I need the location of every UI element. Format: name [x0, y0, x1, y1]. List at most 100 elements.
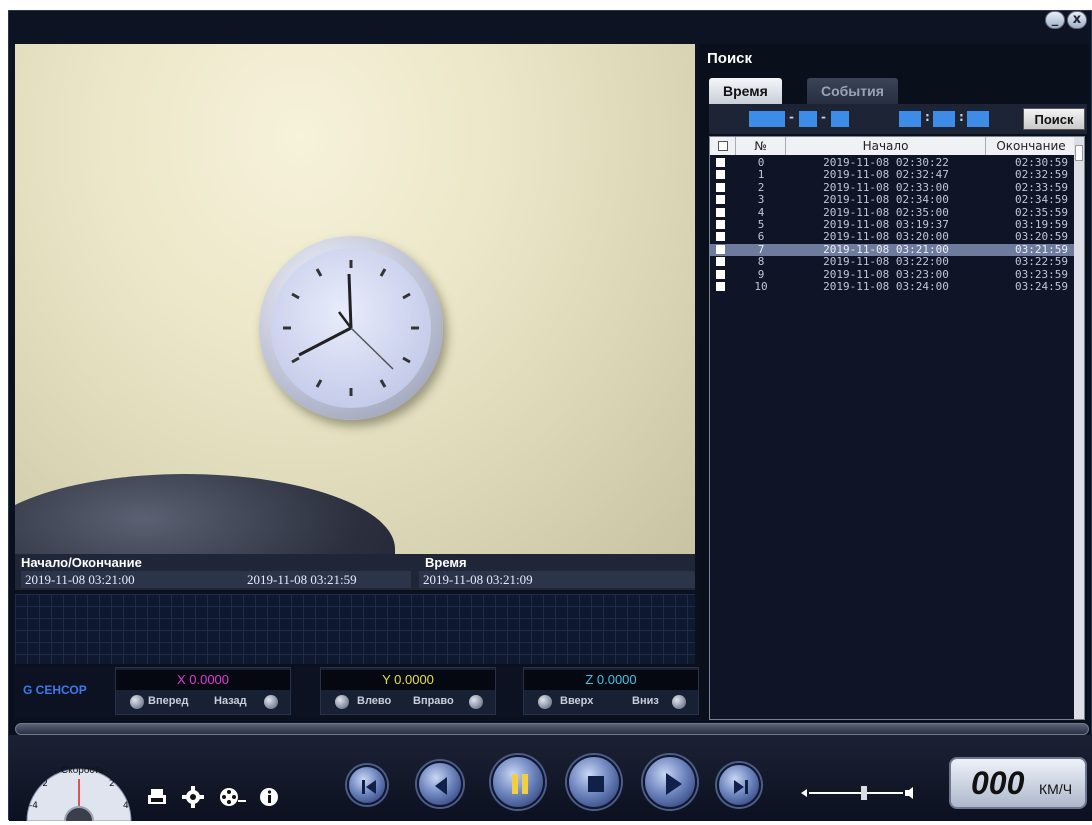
row-checkbox-cell[interactable] [710, 256, 736, 268]
minimize-button[interactable]: _ [1045, 11, 1065, 29]
table-header: № Начало Окончание [710, 137, 1076, 155]
speed-unit: КМ/Ч [1039, 781, 1073, 797]
row-checkbox-cell[interactable] [710, 194, 736, 206]
table-row[interactable]: 3 2019-11-08 02:34:00 02:34:59 [710, 194, 1076, 206]
table-row[interactable]: 5 2019-11-08 03:19:37 03:19:59 [710, 219, 1076, 231]
row-number: 1 [757, 169, 765, 182]
row-checkbox-cell[interactable] [710, 169, 736, 181]
row-number: 0 [757, 157, 765, 169]
tab-time[interactable]: Время [709, 78, 782, 104]
table-row[interactable]: 0 2019-11-08 02:30:22 02:30:59 [710, 157, 1076, 169]
row-checkbox[interactable] [716, 269, 725, 279]
table-row[interactable]: 7 2019-11-08 03:21:00 03:21:59 [710, 243, 1076, 256]
table-row[interactable]: 9 2019-11-08 03:23:00 03:23:59 [710, 269, 1076, 281]
video-view[interactable] [15, 44, 695, 564]
seek-bar[interactable] [15, 723, 1089, 735]
search-button[interactable]: Поиск [1023, 108, 1085, 130]
tick-2: 2 [109, 779, 115, 789]
row-start: 2019-11-08 02:30:22 [823, 157, 949, 169]
row-number: 7 [757, 243, 765, 256]
row-checkbox-cell[interactable] [710, 219, 736, 231]
row-end: 03:20:59 [1015, 231, 1068, 244]
tick-4: 4 [123, 801, 129, 811]
row-checkbox[interactable] [716, 244, 725, 254]
pause-button[interactable] [491, 755, 545, 809]
row-start: 2019-11-08 03:21:00 [823, 243, 949, 256]
row-checkbox-cell[interactable] [710, 207, 736, 219]
gear-icon[interactable] [181, 785, 205, 809]
volume-control[interactable] [799, 783, 921, 803]
row-checkbox[interactable] [716, 195, 725, 205]
col-end[interactable]: Окончание [986, 137, 1076, 155]
stop-button[interactable] [567, 755, 621, 809]
row-start: 2019-11-08 02:35:00 [823, 206, 949, 219]
print-icon[interactable] [145, 785, 169, 809]
row-checkbox[interactable] [716, 207, 725, 217]
row-start: 2019-11-08 03:20:00 [823, 231, 949, 244]
skip-last-button[interactable] [717, 763, 761, 807]
timeline-grid[interactable] [15, 594, 695, 664]
row-start: 2019-11-08 03:19:37 [823, 219, 949, 231]
table-row[interactable]: 4 2019-11-08 02:35:00 02:35:59 [710, 207, 1076, 219]
day-field[interactable] [831, 111, 849, 127]
col-number[interactable]: № [736, 137, 786, 155]
table-row[interactable]: 6 2019-11-08 03:20:00 03:20:59 [710, 231, 1076, 243]
row-checkbox[interactable] [716, 158, 725, 167]
film-reel-icon[interactable] [217, 785, 246, 809]
forward-label: Вперед [148, 695, 189, 707]
row-checkbox[interactable] [716, 170, 725, 180]
video-foreground-object [15, 474, 395, 564]
start-end-label: Начало/Окончание [21, 555, 142, 570]
col-start[interactable]: Начало [786, 137, 986, 155]
right-led-icon [469, 695, 483, 709]
select-all-checkbox[interactable] [717, 141, 728, 151]
row-number: 4 [757, 206, 765, 219]
info-icon[interactable] [257, 785, 281, 809]
left-led-icon [335, 695, 349, 709]
player-window: _ x Начало/Окончание Время 2019-11-08 03… [8, 10, 1092, 825]
month-field[interactable] [799, 111, 817, 127]
row-checkbox[interactable] [716, 182, 725, 192]
year-field[interactable] [749, 111, 785, 127]
minute-field[interactable] [933, 111, 955, 127]
row-checkbox-cell[interactable] [710, 157, 736, 169]
play-button[interactable] [643, 755, 697, 809]
left-label: Влево [357, 695, 392, 707]
end-time-value: 2019-11-08 03:21:59 [247, 572, 357, 587]
row-number: 6 [757, 231, 765, 244]
row-checkbox[interactable] [716, 257, 725, 267]
video-wall-clock [259, 236, 443, 420]
tab-events[interactable]: События [807, 78, 898, 104]
second-field[interactable] [967, 111, 989, 127]
row-end: 03:19:59 [1015, 219, 1068, 231]
row-checkbox[interactable] [716, 232, 725, 242]
tick-minus-4: -4 [29, 801, 38, 811]
down-label: Вниз [632, 695, 659, 707]
row-checkbox-cell[interactable] [710, 231, 736, 243]
g-sensor-y: Y 0.0000 Влево Вправо [320, 667, 496, 715]
table-row[interactable]: 1 2019-11-08 02:32:47 02:32:59 [710, 169, 1076, 181]
up-label: Вверх [560, 695, 594, 707]
row-checkbox[interactable] [716, 282, 725, 291]
table-row[interactable]: 10 2019-11-08 03:24:00 03:24:59 [710, 281, 1076, 293]
hour-field[interactable] [899, 111, 921, 127]
close-button[interactable]: x [1067, 11, 1087, 29]
scrollbar-thumb[interactable] [1075, 145, 1083, 161]
row-checkbox[interactable] [716, 220, 725, 229]
row-end: 02:34:59 [1015, 194, 1068, 207]
table-scrollbar[interactable] [1074, 137, 1084, 719]
row-checkbox-cell[interactable] [710, 269, 736, 281]
g-sensor-title: G СЕНСОР [23, 683, 87, 697]
search-title: Поиск [707, 50, 753, 67]
speed-dial[interactable]: Скорость -4 -2 2 4 [13, 765, 133, 825]
row-checkbox-cell[interactable] [710, 281, 736, 293]
recordings-table: № Начало Окончание 0 2019-11-08 02:30:22 0… [709, 136, 1085, 720]
row-checkbox-cell[interactable] [710, 182, 736, 194]
prev-button[interactable] [417, 761, 463, 807]
right-label: Вправо [413, 695, 454, 707]
select-all-cell[interactable] [710, 137, 736, 155]
table-row[interactable]: 2 2019-11-08 02:33:00 02:33:59 [710, 182, 1076, 194]
row-checkbox-cell[interactable] [710, 244, 736, 256]
skip-first-button[interactable] [347, 765, 387, 805]
table-row[interactable]: 8 2019-11-08 03:22:00 03:22:59 [710, 256, 1076, 268]
